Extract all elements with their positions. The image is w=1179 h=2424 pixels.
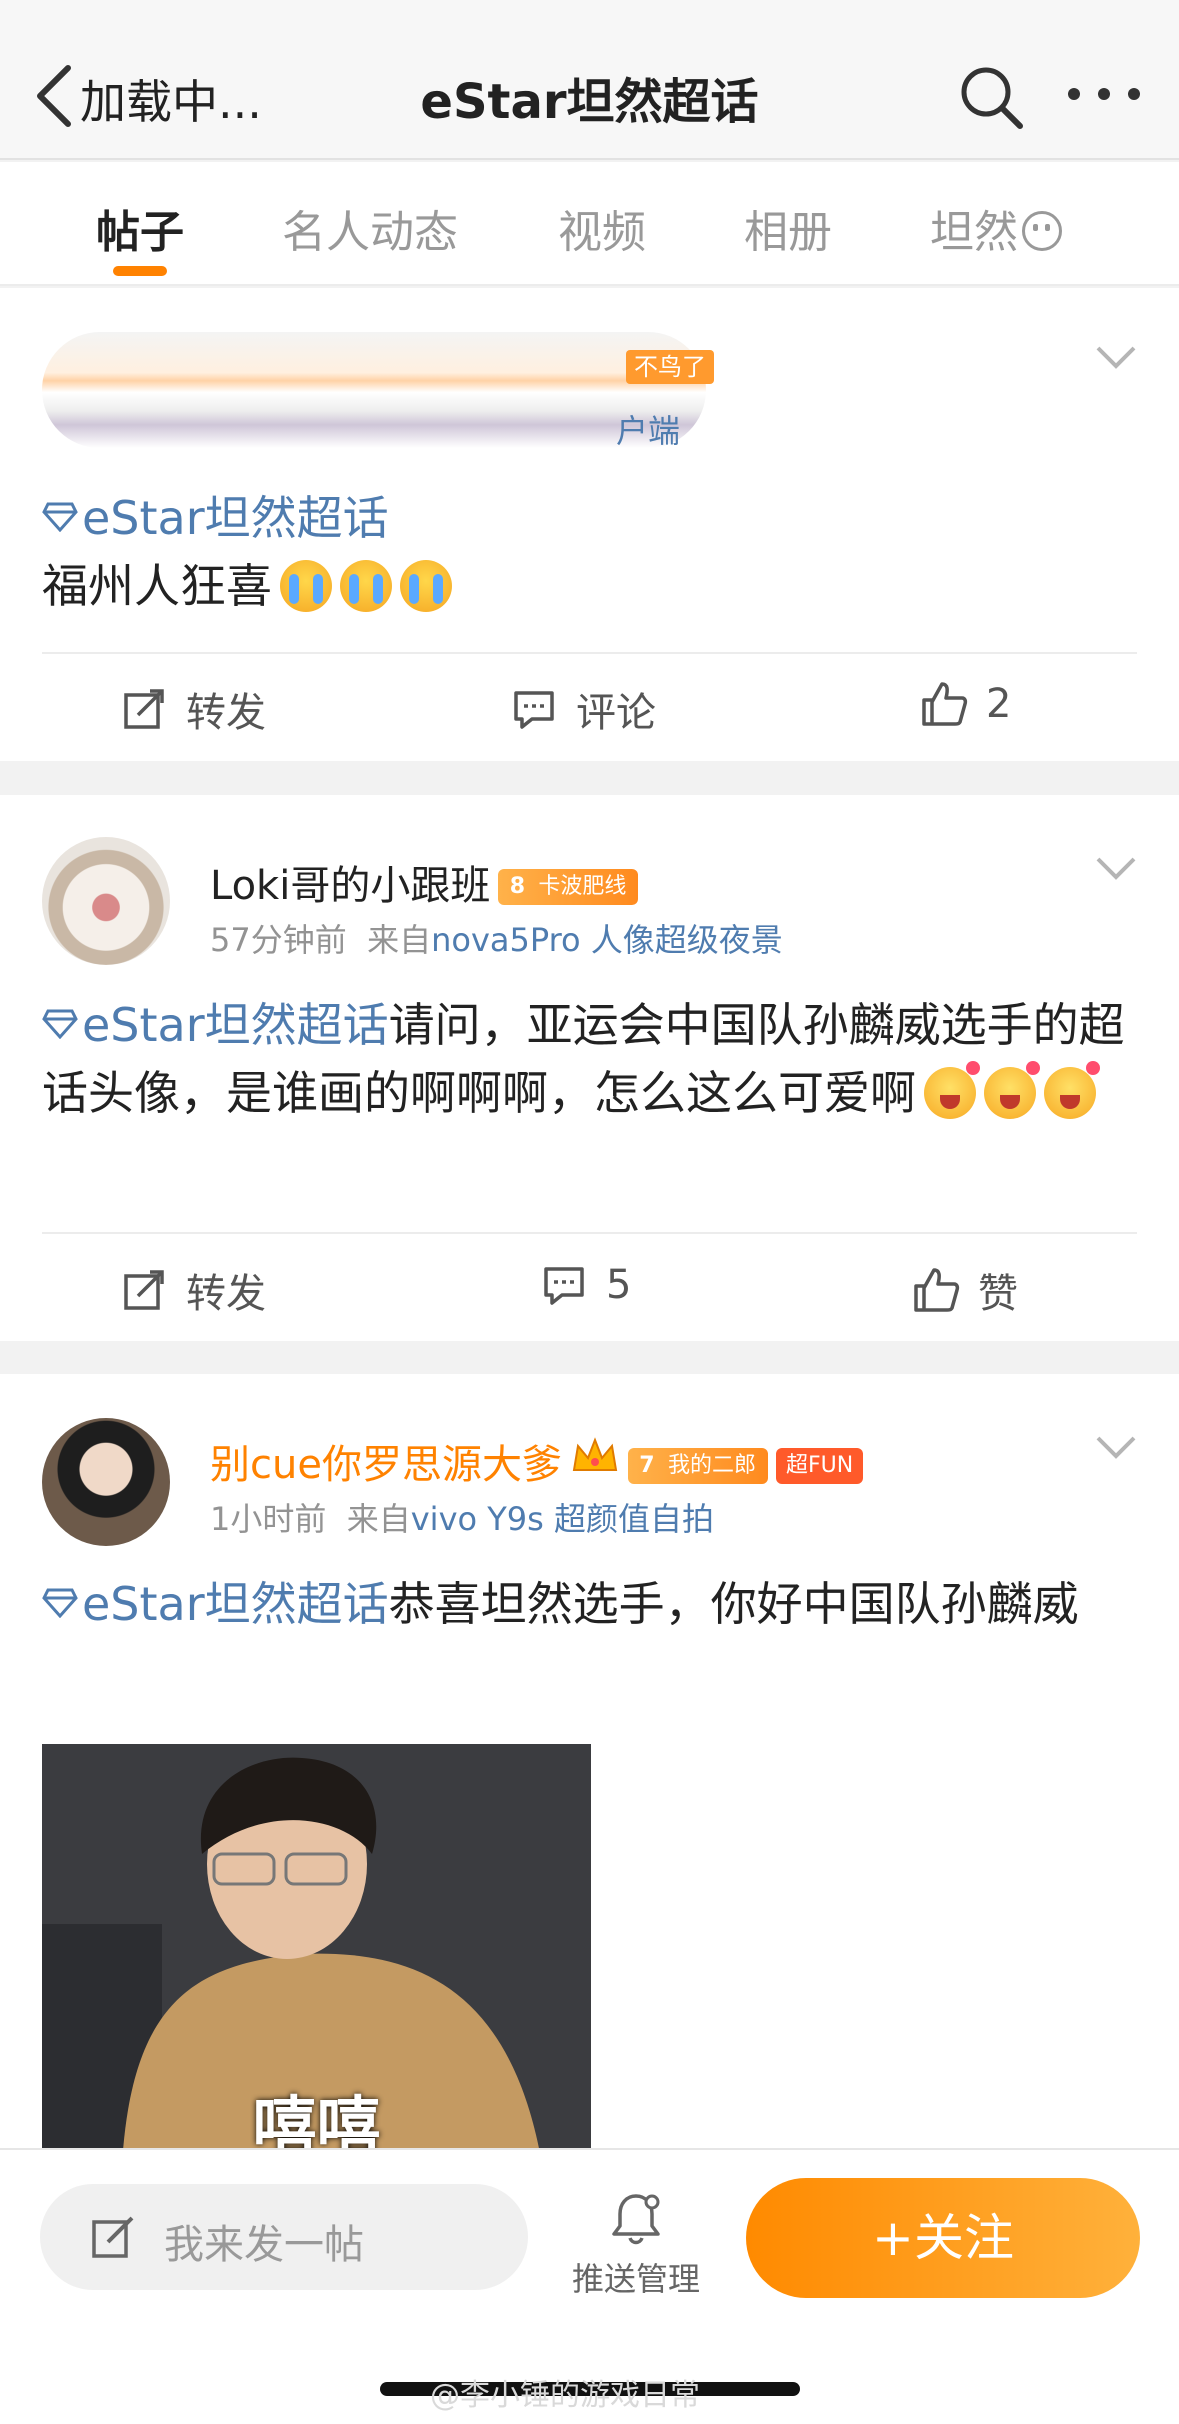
love-face-icon	[984, 1061, 1040, 1119]
repost-label: 转发	[186, 690, 266, 736]
divider	[42, 1232, 1137, 1234]
source-prefix: 来自	[346, 1500, 411, 1538]
post-text: 恭喜坦然选手，你好中国队孙麟威	[388, 1577, 1079, 1631]
love-face-icon	[1044, 1061, 1100, 1119]
comment-label: 评论	[576, 690, 656, 736]
comment-button[interactable]: 5	[540, 1261, 631, 1309]
comment-icon	[544, 1267, 584, 1305]
crown-icon	[572, 1437, 618, 1471]
tab-videos[interactable]: 视频	[558, 196, 646, 260]
repost-icon	[124, 689, 164, 729]
post-image[interactable]: 嘻嘻	[42, 1744, 591, 2148]
post-content: eStar坦然超话请问，亚运会中国队孙麟威选手的超话头像，是谁画的啊啊啊，怎么这…	[42, 991, 1137, 1127]
topic-link[interactable]: eStar坦然超话	[82, 491, 389, 545]
like-button[interactable]: 2	[920, 680, 1011, 728]
avatar[interactable]	[42, 837, 170, 965]
top-navigation-bar: 加载中... eStar坦然超话	[0, 0, 1179, 160]
chevron-down-icon[interactable]	[1095, 855, 1137, 881]
comment-icon	[514, 691, 554, 729]
thumbs-up-icon	[914, 1268, 960, 1312]
supertopic-gem-icon	[42, 502, 78, 532]
tab-bar: 帖子 名人动态 视频 相册 坦然	[0, 162, 1179, 286]
push-management-button[interactable]: 推送管理	[566, 2190, 706, 2300]
fan-badge: 7 我的二郎	[627, 1448, 768, 1484]
crying-face-icon	[280, 560, 332, 612]
bottom-action-bar: 我来发一帖 推送管理 +关注 @李小锤的游戏日常	[0, 2148, 1179, 2424]
username[interactable]: 别cue你罗思源大爹 7 我的二郎 超FUN	[210, 1432, 864, 1490]
comment-count: 5	[606, 1262, 632, 1308]
watermark: @李小锤的游戏日常	[430, 2378, 700, 2413]
source-prefix: 来自	[367, 921, 432, 959]
username[interactable]: Loki哥的小跟班 8 卡波肥线	[210, 853, 639, 911]
compose-placeholder: 我来发一帖	[164, 2222, 364, 2268]
divider	[42, 652, 1137, 654]
post-card: 别cue你罗思源大爹 7 我的二郎 超FUN 1小时前 来自vivo Y9s 超颜值自…	[0, 1374, 1179, 2148]
username-text: Loki哥的小跟班	[210, 863, 491, 909]
smiley-icon	[1022, 211, 1062, 251]
post-card: Loki哥的小跟班 8 卡波肥线 57分钟前 来自nova5Pro 人像超级夜景 e…	[0, 795, 1179, 1341]
tab-tanran[interactable]: 坦然	[930, 196, 1062, 260]
crying-face-icon	[340, 560, 392, 612]
like-button[interactable]: 赞	[912, 1261, 1018, 1319]
thumbs-up-icon	[922, 682, 968, 726]
push-label: 推送管理	[571, 2260, 700, 2298]
post-card: 不鸟了 户端 eStar坦然超话 福州人狂喜 转发 评论 2	[0, 288, 1179, 761]
like-count: 2	[986, 681, 1012, 727]
badge-level: 8	[509, 874, 525, 899]
topic-link[interactable]: eStar坦然超话	[82, 998, 389, 1052]
love-face-icon	[924, 1061, 980, 1119]
post-time: 1小时前	[210, 1500, 327, 1538]
source-device[interactable]: vivo Y9s 超颜值自拍	[411, 1500, 714, 1538]
image-caption: 嘻嘻	[252, 2091, 381, 2148]
badge-label: 卡波肥线	[538, 874, 627, 899]
username-text: 别cue你罗思源大爹	[210, 1442, 562, 1488]
blurred-user-header	[42, 332, 706, 448]
bell-settings-icon	[612, 2194, 660, 2245]
tab-posts[interactable]: 帖子	[96, 196, 184, 260]
repost-icon	[124, 1270, 164, 1310]
badge-level: 7	[639, 1453, 655, 1478]
post-meta: 57分钟前 来自nova5Pro 人像超级夜景	[210, 915, 783, 961]
post-time: 57分钟前	[210, 921, 347, 959]
follow-button[interactable]: +关注	[746, 2178, 1140, 2298]
tab-tanran-label: 坦然	[930, 207, 1018, 258]
compose-post-field[interactable]: 我来发一帖	[40, 2184, 528, 2290]
chevron-down-icon[interactable]	[1095, 344, 1137, 370]
like-label: 赞	[978, 1271, 1018, 1317]
post-content: eStar坦然超话 福州人狂喜	[42, 484, 1137, 620]
post-content: eStar坦然超话恭喜坦然选手，你好中国队孙麟威	[42, 1570, 1137, 1638]
more-options-icon[interactable]	[1064, 74, 1144, 114]
crying-face-icon	[400, 560, 452, 612]
repost-button[interactable]: 转发	[120, 1261, 266, 1319]
post-text: 福州人狂喜	[42, 559, 272, 613]
topic-link[interactable]: eStar坦然超话	[82, 1577, 389, 1631]
post-meta: 1小时前 来自vivo Y9s 超颜值自拍	[210, 1494, 714, 1540]
comment-button[interactable]: 评论	[510, 680, 656, 738]
supertopic-gem-icon	[42, 1009, 78, 1039]
chevron-down-icon[interactable]	[1095, 1434, 1137, 1460]
tab-albums[interactable]: 相册	[744, 196, 832, 260]
tab-celebrity-updates[interactable]: 名人动态	[282, 196, 458, 260]
search-icon[interactable]	[956, 62, 1026, 132]
super-fun-badge: 超FUN	[775, 1448, 864, 1484]
fan-badge: 8 卡波肥线	[498, 869, 639, 905]
supertopic-gem-icon	[42, 1588, 78, 1618]
active-tab-indicator	[113, 266, 167, 276]
badge-label: 我的二郎	[667, 1453, 756, 1478]
avatar[interactable]	[42, 1418, 170, 1546]
edit-icon	[92, 2216, 134, 2258]
repost-button[interactable]: 转发	[120, 680, 266, 738]
source-device[interactable]: nova5Pro 人像超级夜景	[431, 921, 783, 959]
blurred-source-text: 户端	[616, 412, 681, 450]
repost-label: 转发	[186, 1271, 266, 1317]
user-tag: 不鸟了	[626, 350, 714, 384]
